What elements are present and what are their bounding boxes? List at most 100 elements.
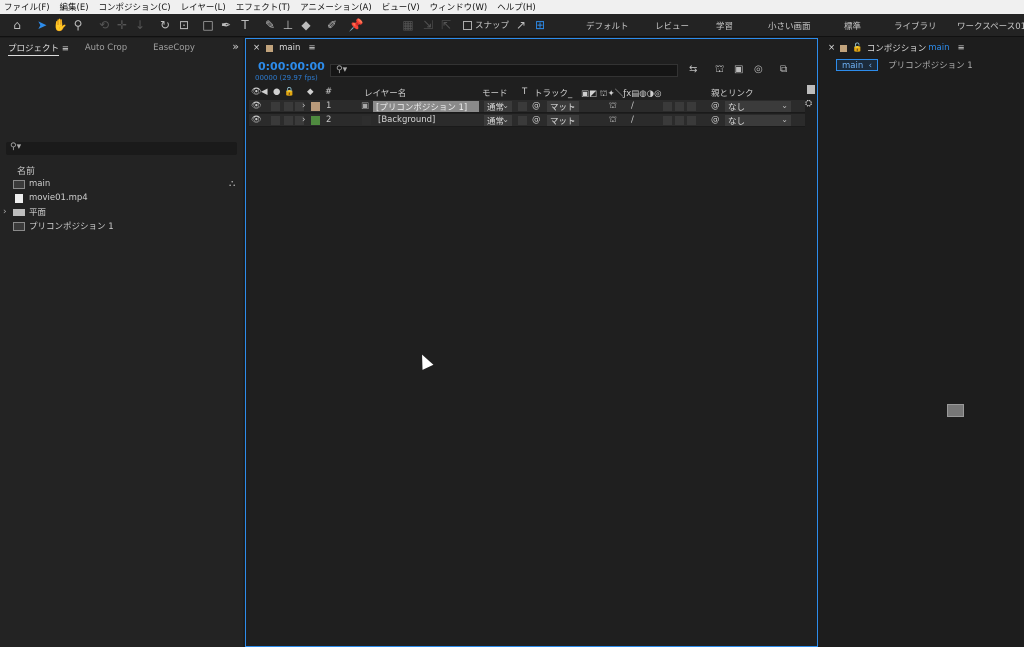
roto-brush-icon[interactable]: ✐ [324, 17, 340, 33]
breadcrumb-current[interactable]: main ‹ [836, 59, 879, 71]
graph-editor-icon[interactable]: ⧉ [780, 64, 787, 75]
puppet-pin-icon[interactable]: 📌 [348, 17, 364, 33]
snap-checkbox[interactable] [463, 20, 472, 30]
blend-mode-select[interactable]: 通常 ⌄ [484, 101, 512, 113]
layer-number-header[interactable]: # [325, 87, 332, 97]
menu-composition[interactable]: コンポジション(C) [99, 1, 171, 13]
panel-menu-icon[interactable]: ≡ [957, 43, 964, 53]
chevron-right-icon[interactable]: › [3, 207, 7, 217]
clone-stamp-icon[interactable]: ⊥ [280, 17, 296, 33]
project-item[interactable]: main [0, 177, 230, 191]
layer-name[interactable]: [プリコンポジション 1] [373, 101, 479, 113]
matte-link-icon[interactable]: @ [532, 115, 541, 125]
tab-composition-main[interactable]: × 🔓 コンポジション main ≡ [828, 42, 965, 54]
layer-label-color[interactable] [311, 102, 320, 111]
preserve-transparency-header[interactable]: T [522, 87, 527, 97]
menu-help[interactable]: ヘルプ(H) [497, 1, 536, 13]
zoom-tool-icon[interactable]: ⚲ [70, 17, 86, 33]
project-item[interactable]: プリコンポジション 1 [0, 219, 230, 233]
comp-button-icon[interactable]: ⛭ [805, 99, 812, 109]
menu-layer[interactable]: レイヤー(L) [181, 1, 226, 13]
layer-search-input[interactable]: ⚲▾ [330, 64, 678, 77]
layer-name-header[interactable]: レイヤー名 [364, 87, 406, 99]
orbit-tool-icon[interactable]: ⟲ [96, 17, 112, 33]
pan-tool-icon[interactable]: ✛ [114, 17, 130, 33]
brush-tool-icon[interactable]: ✎ [262, 17, 278, 33]
panel-menu-icon[interactable]: ≡ [308, 43, 315, 53]
axis-mode-icon[interactable]: ⇱ [438, 17, 454, 33]
switch-toggle[interactable] [675, 102, 684, 111]
shy-layers-icon[interactable]: ▣ [734, 64, 743, 75]
visibility-eye-icon[interactable]: 👁 [251, 115, 262, 125]
workspace-small-screen[interactable]: 小さい画面 [768, 20, 811, 32]
close-icon[interactable]: × [828, 43, 835, 53]
pen-tool-icon[interactable]: ✒ [218, 17, 234, 33]
parent-select[interactable]: なし ⌄ [725, 101, 791, 113]
current-timecode[interactable]: 0:00:00:00 [258, 60, 325, 73]
switch-toggle[interactable] [687, 102, 696, 111]
solo-icon[interactable]: ● [273, 87, 280, 97]
visibility-eye-icon[interactable]: 👁 [251, 101, 262, 111]
tab-project[interactable]: プロジェクト ≡ [0, 42, 77, 56]
layer-row[interactable]: 👁 › 2 [Background] 通常 ⌄ @ マット ⌄ ⛫ / @ なし ⌄ [249, 114, 805, 127]
quality-icon[interactable]: / [631, 115, 634, 125]
menu-animation[interactable]: アニメーション(A) [300, 1, 372, 13]
expand-chevron-icon[interactable]: › [302, 115, 305, 125]
menu-effect[interactable]: エフェクト(T) [236, 1, 290, 13]
menu-file[interactable]: ファイル(F) [4, 1, 50, 13]
solo-toggle[interactable] [284, 116, 293, 125]
close-icon[interactable]: × [253, 43, 260, 53]
workspace-standard[interactable]: 標準 [844, 20, 861, 32]
track-matte-select[interactable]: マット ⌄ [547, 101, 579, 113]
menu-view[interactable]: ビュー(V) [382, 1, 420, 13]
pick-whip-icon[interactable]: @ [711, 101, 720, 111]
breadcrumb-next[interactable]: プリコンポジション 1 [888, 59, 973, 71]
dolly-tool-icon[interactable]: ↓ [132, 17, 148, 33]
audio-toggle[interactable] [271, 116, 280, 125]
collapse-transform-icon[interactable]: ⛫ [609, 115, 617, 126]
workspace-custom[interactable]: ワークスペース01 [957, 20, 1024, 32]
local-axis-icon[interactable]: ⇲ [420, 17, 436, 33]
workspace-default[interactable]: デフォルト [586, 20, 629, 32]
home-icon[interactable]: ⌂ [9, 17, 25, 33]
rectangle-tool-icon[interactable]: □ [200, 17, 216, 33]
panel-menu-icon[interactable]: ≡ [62, 44, 69, 54]
layer-label-color[interactable] [311, 116, 320, 125]
blend-mode-select[interactable]: 通常 ⌄ [484, 115, 512, 127]
track-matte-select[interactable]: マット ⌄ [547, 115, 579, 127]
audio-toggle[interactable] [271, 102, 280, 111]
tab-auto-crop[interactable]: Auto Crop [77, 43, 135, 53]
label-tag-icon[interactable]: ◆ [307, 87, 314, 97]
preserve-transparency-toggle[interactable] [518, 116, 527, 125]
comp-marker-bin-icon[interactable] [807, 85, 815, 94]
collapse-transform-icon[interactable]: ⛫ [609, 101, 617, 112]
selection-tool-icon[interactable]: ➤ [34, 17, 50, 33]
hand-tool-icon[interactable]: ✋ [52, 17, 68, 33]
menu-window[interactable]: ウィンドウ(W) [430, 1, 488, 13]
workspace-review[interactable]: レビュー [655, 20, 689, 32]
layer-row[interactable]: 👁 › 1 ▣ [プリコンポジション 1] 通常 ⌄ @ マット ⌄ ⛫ / @ な… [249, 100, 805, 113]
preserve-transparency-toggle[interactable] [518, 102, 527, 111]
workspace-libraries[interactable]: ライブラリ [894, 20, 937, 32]
project-item[interactable]: movie01.mp4 [0, 191, 230, 205]
switch-toggle[interactable] [675, 116, 684, 125]
tab-timeline-main[interactable]: × main ≡ [253, 43, 316, 53]
menu-edit[interactable]: 編集(E) [60, 1, 89, 13]
anchor-tool-icon[interactable]: ⊡ [176, 17, 192, 33]
snap-toggle[interactable]: スナップ [463, 19, 509, 31]
snap-options-icon[interactable]: ↗ [513, 17, 529, 33]
text-tool-icon[interactable]: T [237, 17, 253, 33]
tab-easecopy[interactable]: EaseCopy [145, 43, 203, 53]
parent-link-header[interactable]: 親とリンク [711, 87, 754, 99]
composition-mini-flowchart-icon[interactable]: ⇆ [689, 64, 697, 75]
lock-icon[interactable]: 🔒 [284, 87, 295, 97]
audio-icon[interactable]: ◀ [261, 87, 268, 97]
eraser-tool-icon[interactable]: ◆ [298, 17, 314, 33]
draft-3d-icon[interactable]: ⛫ [715, 64, 724, 77]
workspace-learn[interactable]: 学習 [716, 20, 733, 32]
project-item[interactable]: › 平面 [0, 205, 230, 219]
switch-toggle[interactable] [663, 102, 672, 111]
track-matte-header[interactable]: トラック_ [534, 87, 572, 99]
overflow-tabs-icon[interactable]: » [232, 40, 239, 53]
expand-chevron-icon[interactable]: › [302, 101, 305, 111]
